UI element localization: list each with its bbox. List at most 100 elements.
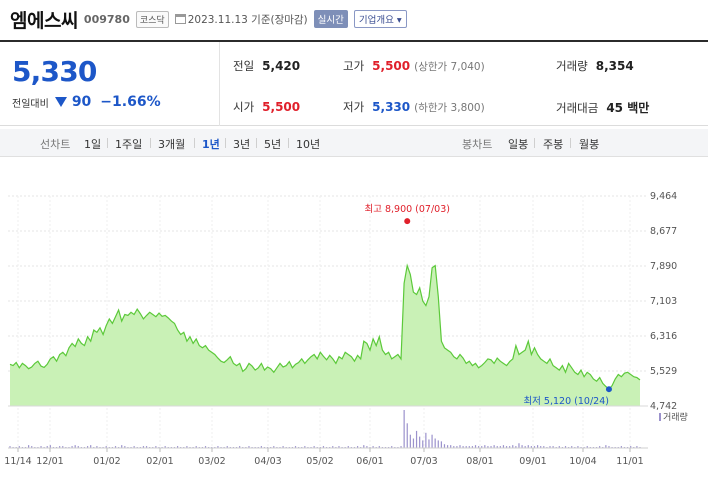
volume-bar [412, 438, 415, 448]
volume-bars [9, 410, 641, 448]
candle-weekly[interactable]: 주봉 [543, 136, 563, 152]
y-tick-label: 5,529 [650, 366, 677, 377]
volume-bar [437, 440, 439, 448]
volume-bar [431, 434, 433, 448]
high-value: 5,500 [372, 59, 411, 73]
volume-bar [415, 430, 418, 448]
date-text: 2023.11.13 기준(장마감) [187, 13, 308, 26]
volume-cell: 거래량 8,354 [556, 58, 634, 74]
period-1w[interactable]: 1주일 [115, 136, 142, 152]
x-axis: 11/14 12/01 01/02 02/01 03/02 04/03 05/02 06/01… [4, 448, 644, 467]
chart-toolbar: 선차트 1일 1주일 3개월 1년 3년 5년 10년 봉차트 일봉 주봉 월봉 [0, 129, 708, 157]
candle-daily[interactable]: 일봉 [508, 136, 528, 152]
x-tick-label: 07/03 [410, 456, 437, 467]
x-tick-label: 01/02 [93, 456, 120, 467]
low-marker [605, 386, 612, 393]
date-label: 2023.11.13 기준(장마감) [174, 12, 308, 27]
volume-legend-label: 거래량 [663, 411, 688, 423]
stock-header: 엠에스씨 009780 코스닥 2023.11.13 기준(장마감) 실시간 기… [10, 6, 407, 32]
y-tick-label: 7,890 [650, 261, 677, 272]
x-tick-label: 11/01 [616, 456, 643, 467]
low-value: 5,330 [372, 100, 411, 114]
current-price-panel: 5,330 전일대비 90 −1.66% [0, 42, 220, 126]
volume-bar [419, 436, 421, 448]
x-tick-label: 12/01 [36, 456, 63, 467]
prev-close-value: 5,420 [262, 59, 301, 73]
amount-label: 거래대금 [556, 101, 599, 115]
realtime-button[interactable]: 실시간 [313, 10, 348, 28]
current-price: 5,330 [12, 55, 97, 88]
period-5y[interactable]: 5년 [264, 136, 281, 152]
change-row: 전일대비 90 −1.66% [12, 94, 161, 110]
divider [570, 138, 571, 148]
x-tick-label: 04/03 [254, 456, 281, 467]
low-cell: 저가 5,330 (하한가 3,800) [343, 99, 485, 115]
down-arrow-icon [54, 97, 67, 107]
divider [534, 138, 535, 148]
volume-bar [425, 432, 427, 448]
volume-bar [403, 410, 405, 448]
period-1y[interactable]: 1년 [202, 136, 220, 152]
y-tick-label: 9,464 [650, 191, 677, 202]
x-tick-label: 10/04 [569, 456, 596, 467]
stock-code: 009780 [83, 12, 130, 26]
prev-close-label: 전일 [233, 59, 255, 73]
amount-cell: 거래대금 45 백만 [556, 99, 649, 116]
candle-chart-label: 봉차트 [462, 138, 493, 151]
open-cell: 시가 5,500 [233, 99, 300, 115]
period-3y[interactable]: 3년 [233, 136, 250, 152]
amount-value: 45 백만 [606, 101, 650, 115]
volume-bar [428, 439, 430, 448]
prev-close-cell: 전일 5,420 [233, 58, 300, 74]
change-percent: −1.66% [100, 94, 161, 110]
divider [107, 138, 108, 148]
candle-monthly[interactable]: 월봉 [579, 136, 599, 152]
x-tick-label: 06/01 [356, 456, 383, 467]
change-value: 90 [71, 94, 92, 110]
volume-bar [443, 444, 446, 448]
y-tick-label: 4,742 [650, 401, 677, 412]
upper-limit-value: (상한가 7,040) [414, 61, 485, 73]
volume-bar [406, 423, 408, 448]
high-cell: 고가 5,500 (상한가 7,040) [343, 58, 485, 74]
quote-panel: 5,330 전일대비 90 −1.66% 전일 5,420 고가 5,500 (… [0, 40, 708, 126]
x-tick-label: 05/02 [306, 456, 333, 467]
volume-legend-swatch [659, 413, 661, 421]
price-chart[interactable]: 9,4648,6777,8907,1036,3165,5294,742 거래량 … [0, 158, 708, 492]
change-label: 전일대비 [12, 98, 49, 110]
low-annotation: 최저 5,120 (10/24) [523, 396, 609, 407]
volume-value: 8,354 [595, 59, 634, 73]
x-tick-label: 09/01 [519, 456, 546, 467]
x-tick-label: 02/01 [146, 456, 173, 467]
company-info-dropdown[interactable]: 기업개요 ▾ [353, 10, 407, 28]
calendar-icon [174, 13, 186, 24]
y-tick-label: 6,316 [650, 331, 677, 342]
volume-bar [518, 443, 520, 448]
divider [225, 138, 226, 148]
y-axis: 9,464 8,677 7,890 7,103 6,316 5,529 4,742 [650, 191, 677, 412]
x-tick-label: 11/14 [4, 456, 31, 467]
period-10y[interactable]: 10년 [296, 136, 320, 152]
stock-name: 엠에스씨 [10, 9, 78, 32]
volume-bar [440, 441, 442, 448]
divider [256, 138, 257, 148]
volume-bar [422, 440, 424, 448]
line-chart-label: 선차트 [40, 138, 71, 151]
divider [150, 138, 151, 148]
divider [288, 138, 289, 148]
volume-bar [409, 434, 411, 448]
high-annotation: 최고 8,900 (07/03) [364, 204, 450, 215]
x-tick-label: 08/01 [466, 456, 493, 467]
volume-bar [434, 438, 436, 448]
open-label: 시가 [233, 100, 255, 114]
high-marker [404, 218, 411, 225]
divider [194, 138, 195, 148]
y-tick-label: 8,677 [650, 226, 677, 237]
volume-label: 거래량 [556, 59, 588, 73]
high-label: 고가 [343, 59, 365, 73]
open-value: 5,500 [262, 100, 301, 114]
period-1d[interactable]: 1일 [84, 136, 101, 152]
x-tick-label: 03/02 [198, 456, 225, 467]
period-3m[interactable]: 3개월 [158, 136, 185, 152]
y-tick-label: 7,103 [650, 296, 677, 307]
